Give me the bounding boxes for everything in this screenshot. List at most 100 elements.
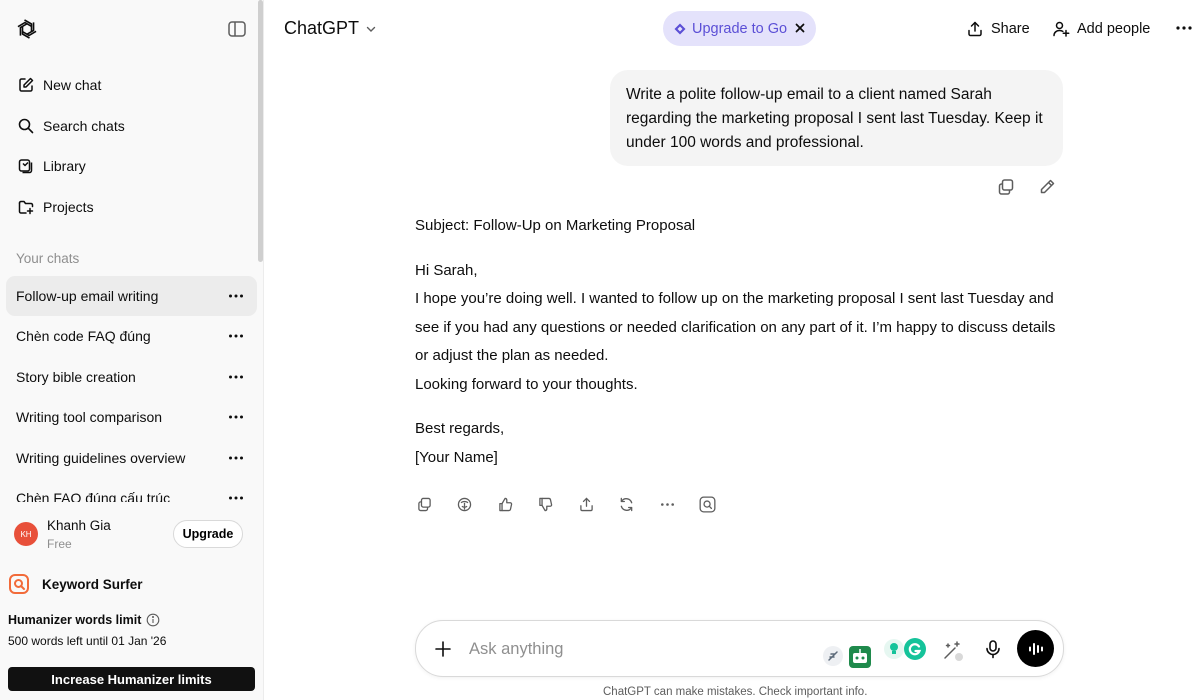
chat-item-follow-up-email[interactable]: Follow-up email writing (6, 276, 257, 316)
sidebar: New chat Search chats Library Projects Y… (0, 0, 264, 700)
share-label: Share (991, 21, 1030, 37)
upgrade-to-go-label: Upgrade to Go (692, 20, 788, 37)
copy-icon[interactable] (995, 176, 1017, 198)
copy-response-button[interactable] (413, 493, 435, 515)
chat-item-label: Story bible creation (16, 369, 136, 385)
waveform-icon (1028, 642, 1043, 655)
chat-item-faq-structure[interactable]: Chèn FAQ đúng cấu trúc (6, 478, 257, 502)
email-signature: [Your Name] (415, 448, 498, 466)
sidebar-scroll-area: New chat Search chats Library Projects Y… (0, 0, 262, 502)
email-greeting: Hi Sarah, (415, 261, 478, 279)
chat-item-story-bible[interactable]: Story bible creation (6, 357, 257, 397)
library-icon (18, 159, 33, 174)
thumbs-up-icon (498, 497, 512, 511)
bad-response-button[interactable] (535, 493, 557, 515)
openai-logo-icon[interactable] (14, 16, 40, 42)
more-options-icon[interactable] (1174, 18, 1194, 38)
chat-options-icon[interactable] (227, 287, 245, 305)
your-chats-heading: Your chats (16, 251, 80, 266)
disclaimer-note: ChatGPT can make mistakes. Check importa… (603, 686, 868, 698)
add-person-icon (1053, 21, 1070, 37)
chat-item-faq-code[interactable]: Chèn code FAQ đúng (6, 316, 257, 356)
voice-mode-button[interactable] (1017, 630, 1054, 667)
more-options-icon (660, 502, 674, 506)
search-extension-icon (699, 496, 716, 512)
extension-search-button[interactable] (697, 493, 719, 515)
edit-message-icon[interactable] (1036, 176, 1058, 198)
chat-item-writing-tool[interactable]: Writing tool comparison (6, 397, 257, 437)
sidebar-scrollbar[interactable] (258, 0, 263, 262)
search-icon (18, 118, 34, 134)
folder-plus-icon (18, 200, 34, 215)
library-label: Library (43, 158, 86, 174)
search-chats-button[interactable]: Search chats (8, 108, 256, 144)
response-actions (413, 493, 737, 515)
keyword-surfer-label: Keyword Surfer (42, 576, 143, 592)
extension-brain-button[interactable] (454, 493, 476, 515)
microphone-icon[interactable] (982, 638, 1004, 660)
assistant-message: Subject: Follow-Up on Marketing Proposal… (415, 212, 1065, 472)
model-name: ChatGPT (284, 18, 360, 38)
new-chat-button[interactable]: New chat (8, 67, 256, 103)
email-signoff: Best regards, (415, 420, 505, 437)
email-body: I hope you’re doing well. I wanted to fo… (415, 290, 1056, 364)
library-button[interactable]: Library (8, 148, 256, 184)
humanizer-subtitle: 500 words left until 01 Jan '26 (8, 634, 167, 648)
chat-item-label: Writing tool comparison (16, 409, 163, 425)
edit-icon (19, 77, 34, 92)
share-icon (579, 497, 593, 511)
keyword-surfer-row[interactable]: Keyword Surfer (8, 572, 143, 596)
chat-item-label: Chèn FAQ đúng cấu trúc (16, 490, 171, 502)
email-closing-line: Looking forward to your thoughts. (415, 375, 638, 393)
thumbs-down-icon (539, 497, 553, 511)
humanizer-title: Humanizer words limit (8, 613, 160, 627)
chat-item-label: Chèn code FAQ đúng (16, 328, 151, 344)
copy-icon (417, 497, 431, 511)
chevron-down-icon (366, 26, 376, 32)
chat-options-icon[interactable] (227, 408, 245, 426)
good-response-button[interactable] (494, 493, 516, 515)
email-subject: Subject: Follow-Up on Marketing Proposal (415, 217, 696, 234)
robot-extension-icon[interactable] (848, 645, 872, 669)
upgrade-to-go-pill[interactable]: Upgrade to Go (663, 11, 816, 46)
chat-item-label: Follow-up email writing (16, 288, 159, 304)
feather-extension-icon[interactable] (822, 645, 844, 667)
close-icon[interactable] (794, 22, 806, 34)
humanizer-title-text: Humanizer words limit (8, 613, 142, 627)
chat-item-writing-guidelines[interactable]: Writing guidelines overview (6, 438, 257, 478)
projects-label: Projects (43, 199, 94, 215)
model-selector[interactable]: ChatGPT (284, 18, 378, 39)
user-name: Khanh Gia (47, 518, 111, 533)
prompt-input[interactable] (469, 636, 799, 662)
avatar: KH (14, 522, 38, 546)
share-response-button[interactable] (575, 493, 597, 515)
regenerate-button[interactable] (616, 493, 638, 515)
add-people-label: Add people (1077, 21, 1151, 37)
chat-options-icon[interactable] (227, 449, 245, 467)
share-button[interactable]: Share (966, 17, 1030, 41)
sidebar-toggle-icon[interactable] (226, 18, 248, 40)
user-message-bubble: Write a polite follow-up email to a clie… (610, 70, 1063, 166)
composer (415, 620, 1064, 677)
info-icon[interactable] (146, 613, 160, 627)
plus-icon[interactable] (431, 637, 455, 661)
add-people-button[interactable]: Add people (1052, 17, 1150, 41)
chat-item-label: Writing guidelines overview (16, 450, 186, 466)
diamond-icon (674, 23, 686, 34)
refresh-icon (620, 497, 633, 511)
new-chat-label: New chat (43, 77, 102, 93)
upgrade-button[interactable]: Upgrade (173, 520, 243, 548)
chat-options-icon[interactable] (227, 327, 245, 345)
increase-humanizer-button[interactable]: Increase Humanizer limits (8, 667, 255, 691)
brain-extension-icon (457, 497, 472, 511)
magic-wand-extension-icon[interactable] (940, 638, 966, 664)
chat-options-icon[interactable] (227, 368, 245, 386)
projects-button[interactable]: Projects (8, 189, 256, 225)
more-actions-button[interactable] (656, 493, 678, 515)
user-plan: Free (47, 537, 72, 551)
user-account-row[interactable]: KH Khanh Gia Free Upgrade (0, 508, 262, 560)
grammarly-icon[interactable] (903, 637, 927, 661)
chat-options-icon[interactable] (227, 489, 245, 502)
